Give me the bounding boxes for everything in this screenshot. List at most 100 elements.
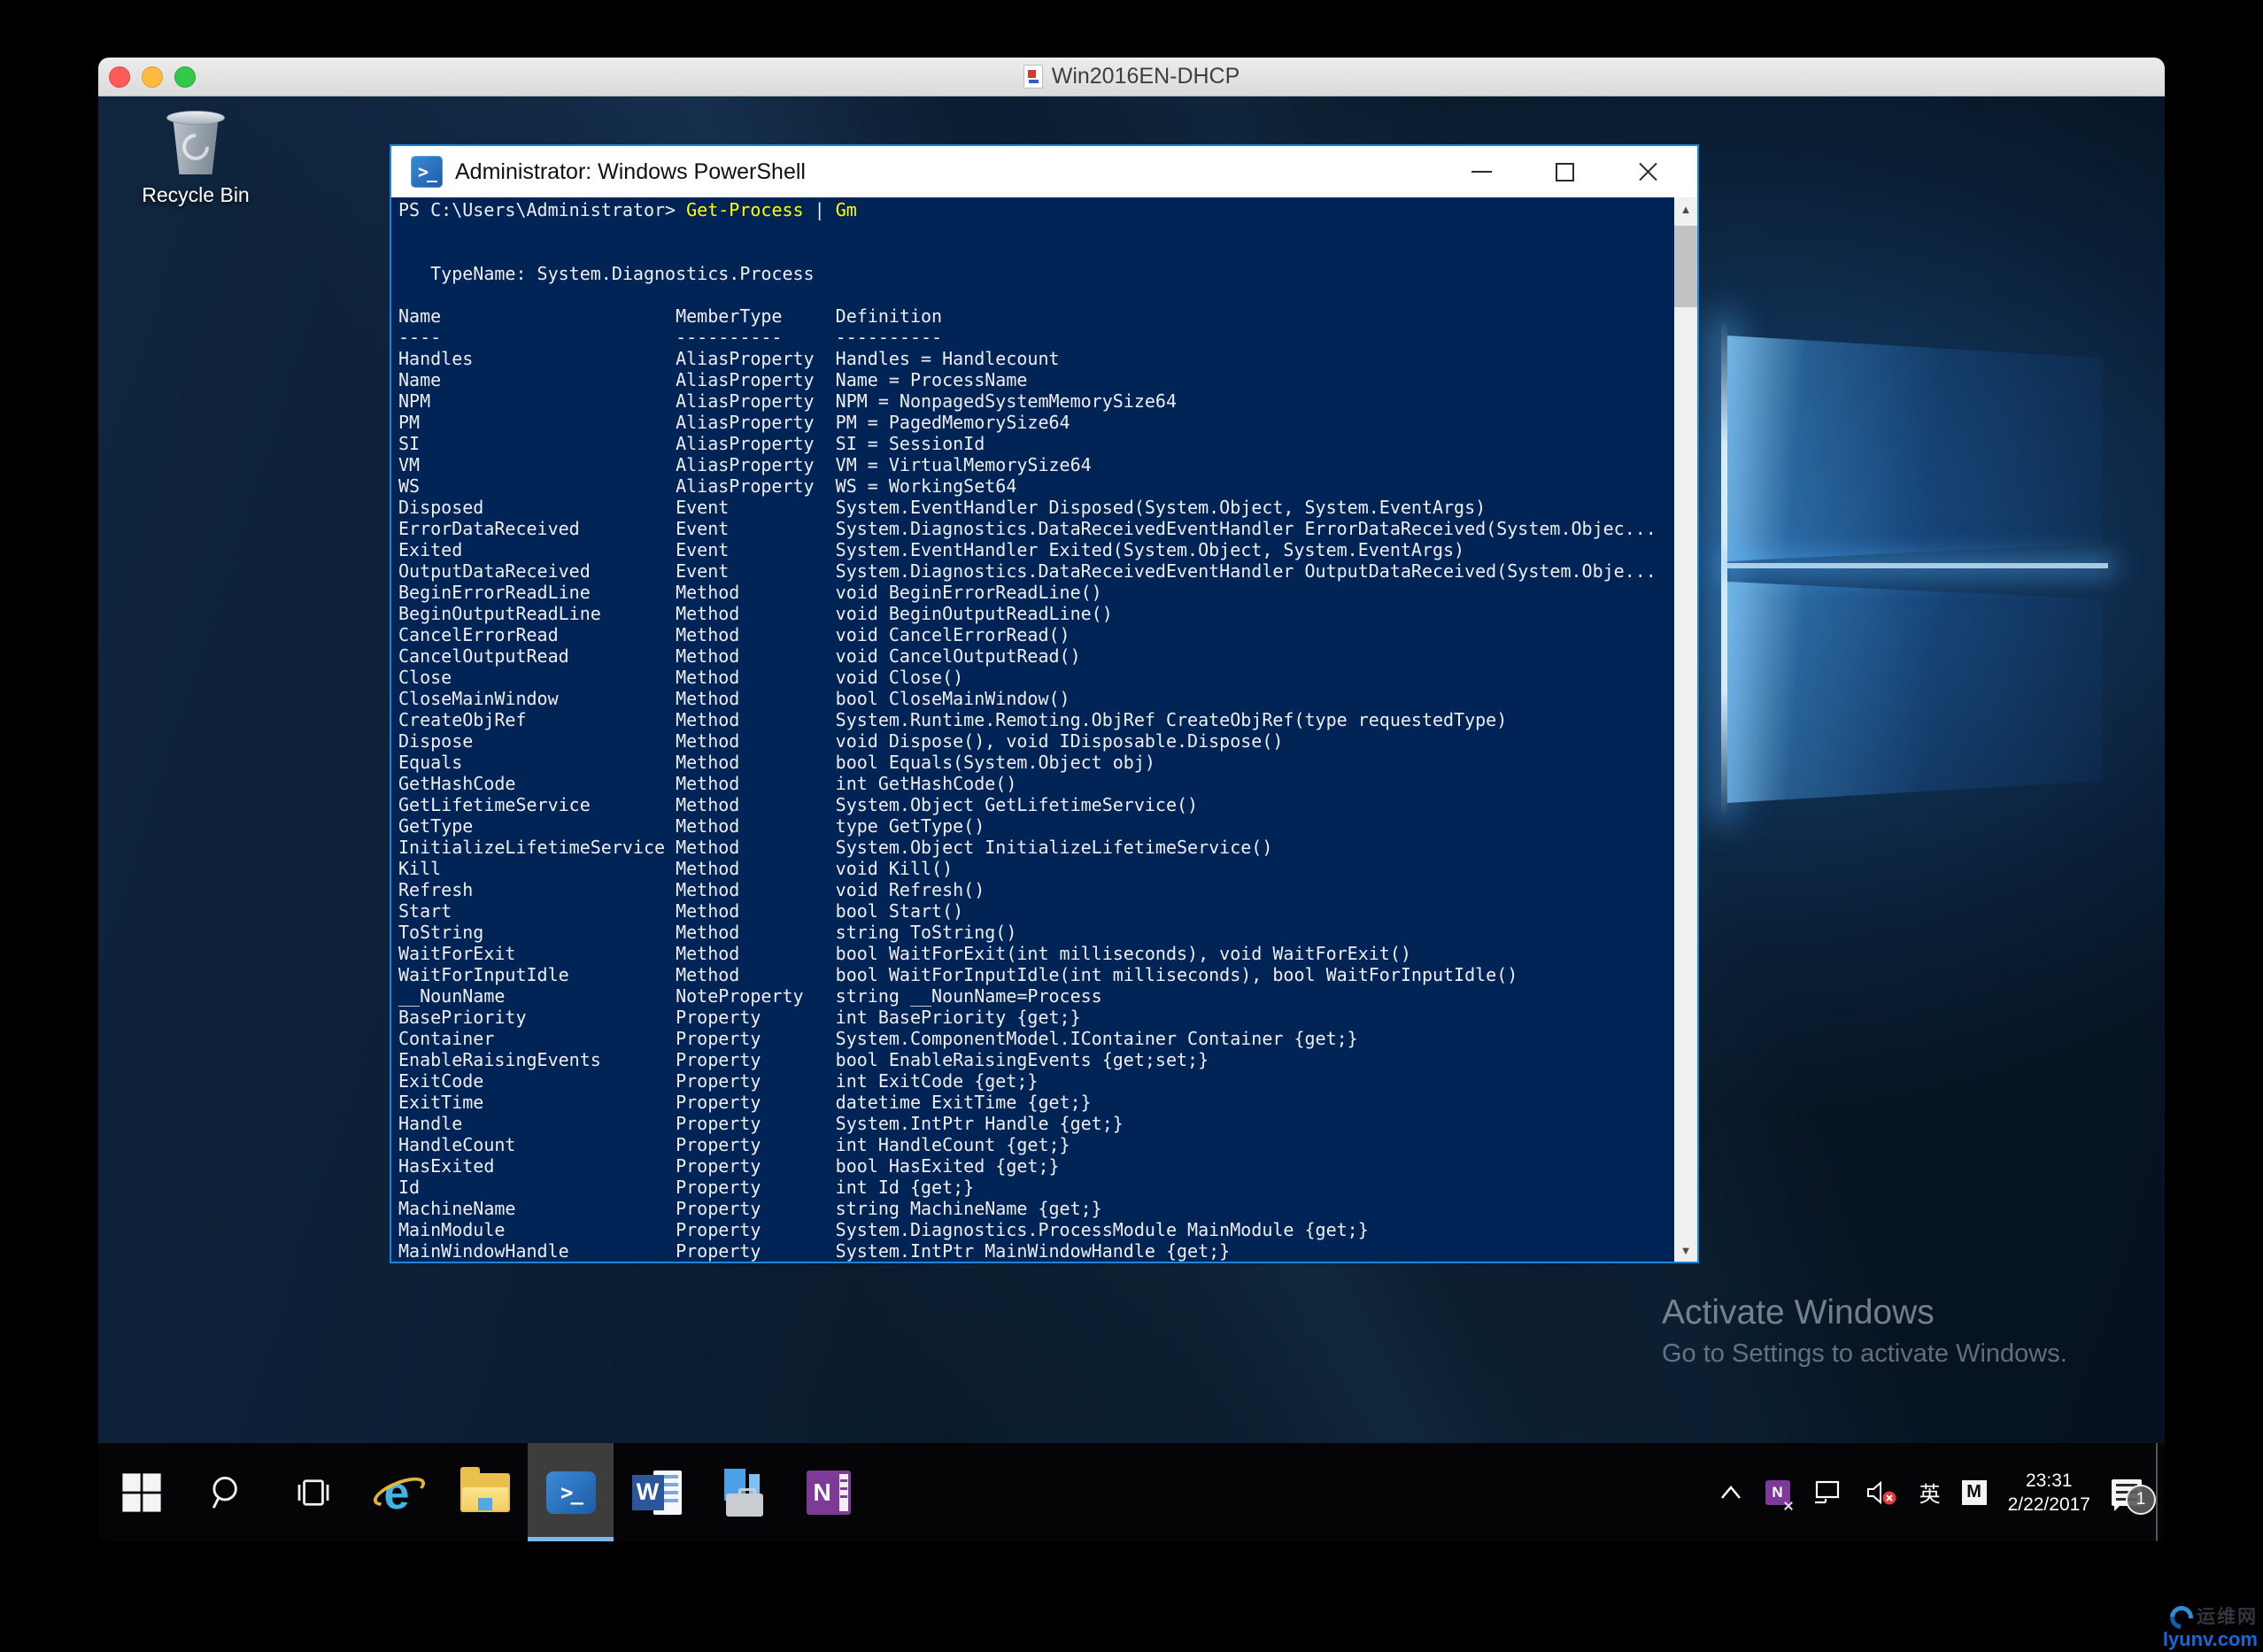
ime-mode-button[interactable]: M — [1961, 1479, 1987, 1505]
task-view-button[interactable] — [270, 1443, 356, 1541]
word-icon: W — [631, 1469, 682, 1517]
internet-explorer-button[interactable]: e — [356, 1443, 442, 1541]
scroll-down-icon[interactable]: ▼ — [1674, 1239, 1697, 1262]
powershell-taskbar-button[interactable]: >_ — [528, 1443, 614, 1541]
file-explorer-icon — [460, 1466, 510, 1512]
console-line: WaitForExit Method bool WaitForExit(int … — [398, 943, 1411, 964]
taskbar: e >_ W N N 英 M 23:31 2/22/2017 1 — [98, 1443, 2165, 1541]
console-line: MainModule Property System.Diagnostics.P… — [398, 1219, 1369, 1240]
show-desktop-separator[interactable] — [2156, 1443, 2158, 1541]
volume-tray-button[interactable] — [1865, 1478, 1898, 1507]
windows-logo-bottom-pane — [1727, 582, 2103, 803]
console-line: VM AliasProperty VM = VirtualMemorySize6… — [398, 454, 1092, 475]
traffic-lights — [109, 66, 196, 88]
console-line: ErrorDataReceived Event System.Diagnosti… — [398, 518, 1657, 539]
close-button[interactable] — [1635, 159, 1660, 184]
recycle-bin-icon — [163, 104, 228, 180]
onenote-button[interactable]: N — [785, 1443, 871, 1541]
powershell-icon: >_ — [411, 156, 443, 188]
console-line: Name AliasProperty Name = ProcessName — [398, 369, 1028, 390]
show-hidden-icons-button[interactable] — [1718, 1483, 1744, 1502]
windows-logo-vertical-edge — [1721, 322, 1727, 814]
file-explorer-button[interactable] — [442, 1443, 528, 1541]
windows-start-icon — [121, 1472, 161, 1512]
powershell-window: >_ Administrator: Windows PowerShell PS … — [390, 144, 1699, 1263]
action-center-button[interactable]: 1 — [2112, 1478, 2156, 1515]
console-line: Refresh Method void Refresh() — [398, 879, 985, 900]
server-manager-button[interactable] — [699, 1443, 785, 1541]
console-line: Container Property System.ComponentModel… — [398, 1028, 1358, 1049]
console-line: Name MemberType Definition — [398, 305, 943, 327]
notification-badge: 1 — [2126, 1484, 2156, 1515]
tray-date: 2/22/2017 — [2007, 1494, 2090, 1515]
console-line: CancelOutputRead Method void CancelOutpu… — [398, 645, 1081, 667]
close-window-button[interactable] — [109, 66, 130, 88]
console-line: HasExited Property bool HasExited {get;} — [398, 1155, 1060, 1177]
console-line: Kill Method void Kill() — [398, 858, 954, 879]
minimize-window-button[interactable] — [142, 66, 163, 88]
console-line: __NounName NoteProperty string __NounNam… — [398, 985, 1102, 1007]
console-line: NPM AliasProperty NPM = NonpagedSystemMe… — [398, 390, 1177, 412]
tray-time: 23:31 — [2026, 1470, 2073, 1491]
console-line: TypeName: System.Diagnostics.Process — [398, 263, 815, 284]
console-line: Disposed Event System.EventHandler Dispo… — [398, 497, 1487, 518]
chevron-up-icon — [1720, 1485, 1741, 1499]
language-indicator[interactable]: 英 — [1919, 1477, 1941, 1508]
scrollbar-thumb[interactable] — [1674, 226, 1697, 307]
console-line: GetLifetimeService Method System.Object … — [398, 794, 1199, 815]
console-line: Exited Event System.EventHandler Exited(… — [398, 539, 1465, 560]
network-icon — [1814, 1480, 1839, 1503]
console-line: ToString Method string ToString() — [398, 922, 1017, 943]
powershell-titlebar[interactable]: >_ Administrator: Windows PowerShell — [391, 146, 1697, 197]
console-viewport[interactable]: PS C:\Users\Administrator> Get-Process |… — [391, 197, 1697, 1262]
console-line: ExitTime Property datetime ExitTime {get… — [398, 1092, 1092, 1113]
site-watermark: 运维网 lyunv.com — [2143, 1601, 2258, 1650]
console-line: InitializeLifetimeService Method System.… — [398, 837, 1273, 858]
console-line: MachineName Property string MachineName … — [398, 1198, 1102, 1219]
vm-proxy-icon — [1023, 65, 1043, 89]
onenote-icon: N — [806, 1470, 851, 1515]
system-tray: N 英 M 23:31 2/22/2017 1 — [1718, 1443, 2165, 1541]
search-button[interactable] — [184, 1443, 270, 1541]
network-tray-button[interactable] — [1811, 1479, 1843, 1506]
task-view-icon — [297, 1478, 328, 1506]
onenote-clip-icon: N — [1765, 1479, 1790, 1505]
internet-explorer-icon: e — [369, 1467, 429, 1519]
screen: Win2016EN-DHCP Recycle Bin Activate Wind… — [0, 0, 2263, 1652]
console-line: Equals Method bool Equals(System.Object … — [398, 752, 1155, 773]
console-line: BasePriority Property int BasePriority {… — [398, 1007, 1081, 1028]
ime-mode-icon: M — [1961, 1479, 1987, 1505]
word-button[interactable]: W — [614, 1443, 699, 1541]
powershell-taskbar-icon: >_ — [545, 1471, 596, 1514]
recycle-bin-label: Recycle Bin — [142, 183, 250, 206]
scroll-up-icon[interactable]: ▲ — [1674, 197, 1697, 220]
console-line: OutputDataReceived Event System.Diagnost… — [398, 560, 1657, 582]
clock[interactable]: 23:31 2/22/2017 — [2008, 1469, 2090, 1517]
vm-titlebar[interactable]: Win2016EN-DHCP — [98, 58, 2165, 96]
console-line: PM AliasProperty PM = PagedMemorySize64 — [398, 412, 1070, 433]
maximize-button[interactable] — [1552, 159, 1577, 184]
onenote-clip-tray-button[interactable]: N — [1765, 1479, 1790, 1505]
console-line: CancelErrorRead Method void CancelErrorR… — [398, 624, 1070, 645]
windows-logo-top-pane — [1727, 336, 2103, 561]
search-icon — [212, 1476, 237, 1509]
console-line: GetType Method type GetType() — [398, 815, 985, 837]
recycle-bin[interactable]: Recycle Bin — [130, 104, 261, 207]
console-line: Handle Property System.IntPtr Handle {ge… — [398, 1113, 1124, 1134]
minimize-icon — [1471, 171, 1492, 173]
console-line: Close Method void Close() — [398, 667, 964, 688]
console-line: ---- ---------- ---------- — [398, 327, 943, 348]
console-line: BeginOutputReadLine Method void BeginOut… — [398, 603, 1113, 624]
minimize-button[interactable] — [1469, 159, 1494, 184]
console-scrollbar[interactable]: ▲ ▼ — [1674, 197, 1697, 1262]
console-line: EnableRaisingEvents Property bool Enable… — [398, 1049, 1209, 1070]
console-line: Handles AliasProperty Handles = Handleco… — [398, 348, 1060, 369]
console-line: WS AliasProperty WS = WorkingSet64 — [398, 475, 1017, 497]
start-button[interactable] — [98, 1443, 184, 1541]
console-line: CloseMainWindow Method bool CloseMainWin… — [398, 688, 1070, 709]
watermark-cn-text: 运维网 — [2197, 1607, 2258, 1627]
console-line: SI AliasProperty SI = SessionId — [398, 433, 985, 454]
zoom-window-button[interactable] — [174, 66, 196, 88]
